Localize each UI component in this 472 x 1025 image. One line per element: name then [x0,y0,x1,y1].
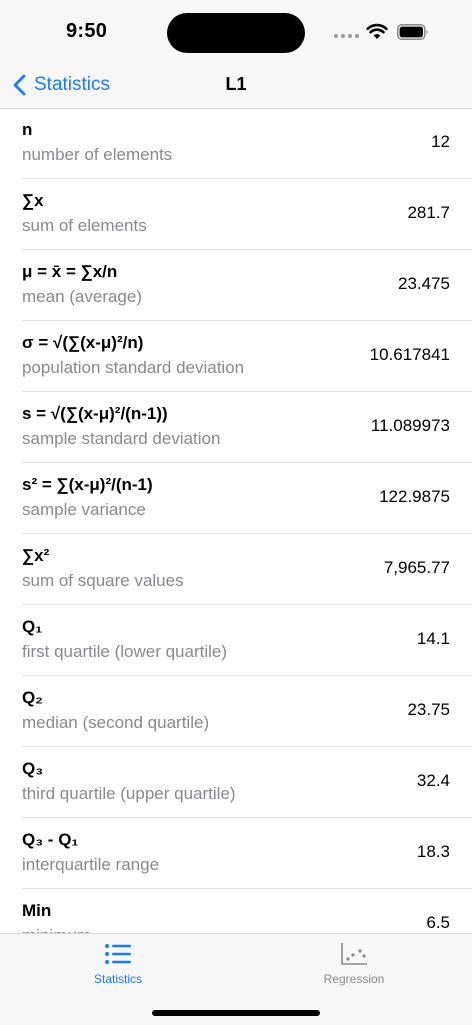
home-indicator [152,1010,320,1016]
stat-description: minimum [22,926,91,933]
stat-formula: ∑x [22,191,44,210]
stat-value: 23.475 [398,274,450,293]
stat-row-sample-variance: s² = ∑(x-μ)²/(n-1) sample variance 122.9… [22,463,472,534]
stat-formula: Min [22,901,52,920]
list-icon [105,944,131,964]
stat-formula: Q₃ - Q₁ [22,830,79,849]
status-time: 9:50 [66,20,108,42]
stat-formula: s² = ∑(x-μ)²/(n-1) [22,475,153,494]
stat-value: 10.617841 [369,345,450,364]
stat-description: third quartile (upper quartile) [22,784,236,803]
stat-description: sum of elements [22,216,147,235]
stat-value: 18.3 [416,842,450,861]
stat-description: median (second quartile) [22,713,210,732]
stat-value: 11.089973 [370,416,450,435]
stat-description: population standard deviation [22,358,245,377]
stat-formula: n [22,120,33,139]
dynamic-island [167,13,305,53]
tab-statistics-label: Statistics [93,972,142,986]
navigation-bar: Statistics L1 [0,62,472,109]
stat-value: 281.7 [407,203,450,222]
stat-value: 6.5 [426,913,450,932]
stat-description: sample standard deviation [22,429,221,448]
stat-description: sum of square values [22,571,184,590]
battery-icon [397,24,428,40]
tab-regression-label: Regression [323,972,385,986]
stat-row-n: n number of elements 12 [22,108,472,179]
stat-value: 12 [431,132,450,151]
stat-formula: σ = √(∑(x-μ)²/n) [22,333,144,352]
stat-row-min: Min minimum 6.5 [22,889,472,933]
stat-row-sum-squares: ∑x² sum of square values 7,965.77 [22,534,472,605]
stat-formula: s = √(∑(x-μ)²/(n-1)) [22,404,168,423]
stat-value: 122.9875 [379,487,450,506]
stat-value: 7,965.77 [383,558,450,577]
status-bar: 9:50 [0,0,472,62]
stat-row-mean: μ = x̄ = ∑x/n mean (average) 23.475 [22,250,472,321]
stat-formula: ∑x² [22,546,50,565]
stat-row-q1: Q₁ first quartile (lower quartile) 14.1 [22,605,472,676]
stat-description: first quartile (lower quartile) [22,642,228,661]
page-title: L1 [225,74,247,94]
stat-formula: Q₁ [22,617,43,636]
stat-formula: Q₂ [22,688,43,707]
cellular-signal-icon [334,34,360,40]
stat-row-q3: Q₃ third quartile (upper quartile) 32.4 [22,747,472,818]
stat-description: mean (average) [22,287,143,306]
wifi-icon [366,23,388,39]
stat-row-sum: ∑x sum of elements 281.7 [22,179,472,250]
scatter-plot-icon [341,943,367,965]
stat-row-sample-std: s = √(∑(x-μ)²/(n-1)) sample standard dev… [22,392,472,463]
stat-description: interquartile range [22,855,160,874]
stat-value: 32.4 [416,771,450,790]
stat-description: number of elements [22,145,173,164]
tab-regression[interactable]: Regression [236,934,472,994]
stat-row-q2: Q₂ median (second quartile) 23.75 [22,676,472,747]
stat-description: sample variance [22,500,146,519]
tab-statistics[interactable]: Statistics [0,934,236,994]
stat-row-iqr: Q₃ - Q₁ interquartile range 18.3 [22,818,472,889]
stat-formula: Q₃ [22,759,44,778]
stat-formula: μ = x̄ = ∑x/n [22,262,118,281]
stat-row-population-std: σ = √(∑(x-μ)²/n) population standard dev… [22,321,472,392]
stat-value: 14.1 [416,629,450,648]
stat-value: 23.75 [407,700,450,719]
statistics-list[interactable]: n number of elements 12 ∑x sum of elemen… [0,108,472,933]
